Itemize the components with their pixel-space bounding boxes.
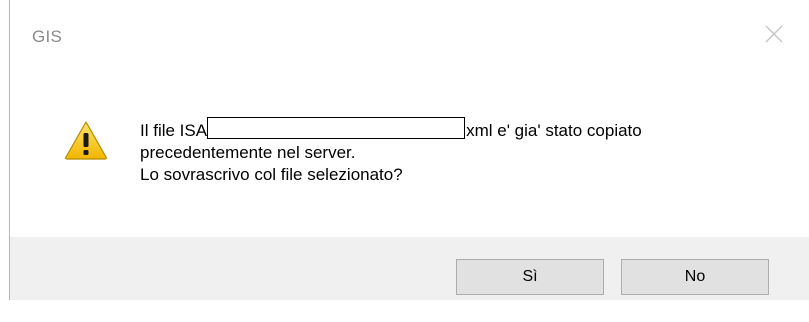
message-line-3: Lo sovrascrivo col file selezionato?: [140, 165, 403, 184]
dialog-title: GIS: [32, 27, 63, 46]
message-line-2: precedentemente nel server.: [140, 143, 356, 162]
no-button[interactable]: No: [621, 259, 769, 295]
close-icon[interactable]: [763, 23, 785, 45]
message-dialog: GIS Il file ISA xml e' gia' stato copiato…: [0, 0, 809, 322]
background-area: [0, 300, 809, 322]
yes-button[interactable]: Sì: [456, 259, 604, 295]
warning-icon: [64, 120, 108, 160]
message-file-prefix: Il file ISA: [140, 121, 208, 140]
message-line-1: Il file ISA xml e' gia' stato copiato: [140, 117, 642, 142]
dialog-message: Il file ISA xml e' gia' stato copiato pre…: [140, 117, 642, 186]
redacted-filename: [207, 117, 466, 139]
message-file-suffix: xml e' gia' stato copiato: [466, 121, 642, 140]
dialog-footer: Sì No: [10, 237, 809, 300]
